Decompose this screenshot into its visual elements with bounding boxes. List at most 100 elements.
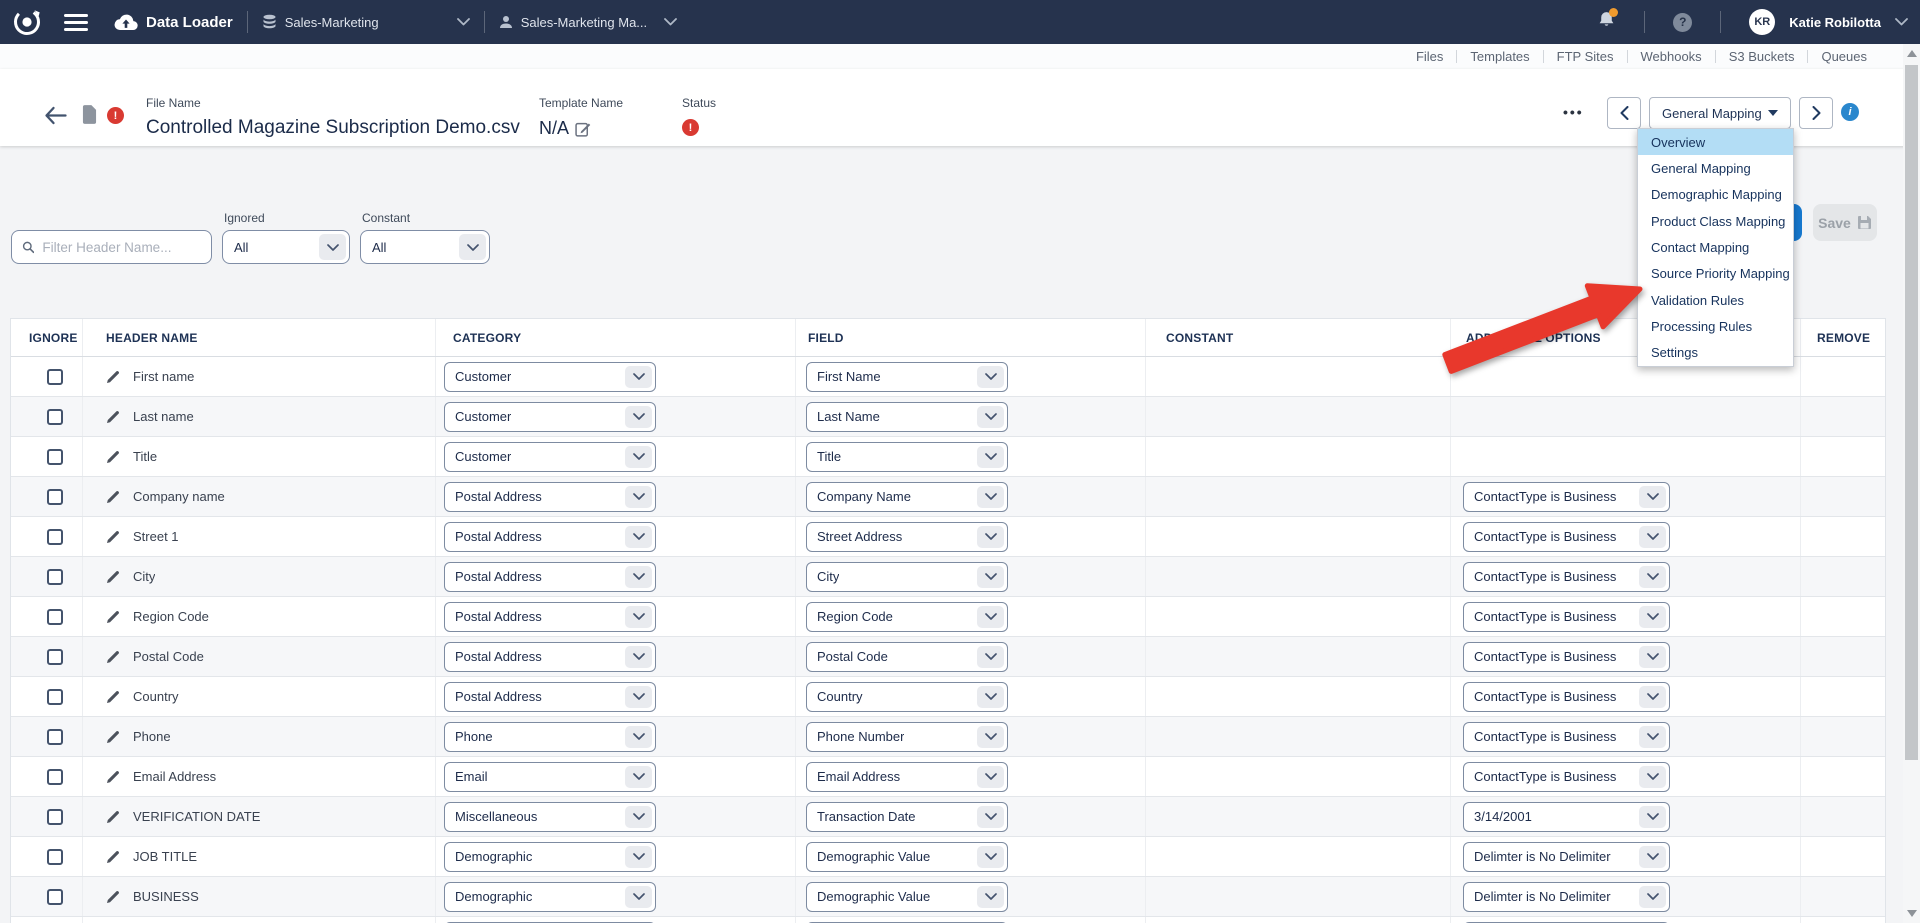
field-select[interactable]: Country (806, 682, 1008, 712)
category-select[interactable]: Postal Address (444, 642, 656, 672)
nav-link-webhooks[interactable]: Webhooks (1641, 49, 1702, 64)
ignore-checkbox[interactable] (47, 649, 63, 665)
additional-options-select[interactable]: 3/14/2001 (1463, 802, 1670, 832)
help-button[interactable]: ? (1673, 13, 1692, 32)
nav-link-templates[interactable]: Templates (1470, 49, 1529, 64)
constant-filter-select[interactable]: All (360, 230, 490, 264)
edit-pencil-icon[interactable] (106, 730, 120, 744)
notifications-button[interactable] (1597, 10, 1616, 34)
search-input[interactable] (42, 240, 201, 255)
field-select[interactable]: Last Name (806, 402, 1008, 432)
additional-options-select[interactable]: ContactType is Business (1463, 642, 1670, 672)
nav-link-s3-buckets[interactable]: S3 Buckets (1729, 49, 1795, 64)
more-actions-button[interactable]: ••• (1563, 104, 1584, 120)
field-select[interactable]: Street Address (806, 522, 1008, 552)
category-select[interactable]: Customer (444, 402, 656, 432)
ignore-checkbox[interactable] (47, 729, 63, 745)
field-select[interactable]: Email Address (806, 762, 1008, 792)
ignore-checkbox[interactable] (47, 449, 63, 465)
edit-pencil-icon[interactable] (106, 370, 120, 384)
edit-pencil-icon[interactable] (106, 650, 120, 664)
nav-link-ftp-sites[interactable]: FTP Sites (1557, 49, 1614, 64)
scrollbar-up-arrow[interactable] (1907, 50, 1917, 57)
category-select[interactable]: Phone (444, 722, 656, 752)
field-select[interactable]: City (806, 562, 1008, 592)
edit-pencil-icon[interactable] (106, 530, 120, 544)
edit-pencil-icon[interactable] (106, 450, 120, 464)
ignore-checkbox[interactable] (47, 609, 63, 625)
ignore-checkbox[interactable] (47, 529, 63, 545)
ignore-checkbox[interactable] (47, 369, 63, 385)
field-select[interactable]: Region Code (806, 602, 1008, 632)
menu-item-settings[interactable]: Settings (1638, 340, 1793, 366)
edit-pencil-icon[interactable] (106, 610, 120, 624)
ignore-checkbox[interactable] (47, 689, 63, 705)
field-select[interactable]: Company Name (806, 482, 1008, 512)
vertical-scrollbar[interactable] (1903, 44, 1920, 923)
menu-item-general-mapping[interactable]: General Mapping (1638, 155, 1793, 181)
field-select[interactable]: Title (806, 442, 1008, 472)
edit-icon[interactable] (575, 121, 591, 137)
menu-item-validation-rules[interactable]: Validation Rules (1638, 287, 1793, 313)
category-select[interactable]: Postal Address (444, 602, 656, 632)
ignore-checkbox[interactable] (47, 849, 63, 865)
field-select[interactable]: Transaction Date (806, 802, 1008, 832)
category-select[interactable]: Customer (444, 442, 656, 472)
edit-pencil-icon[interactable] (106, 770, 120, 784)
ignored-filter-select[interactable]: All (222, 230, 350, 264)
ignore-checkbox[interactable] (47, 409, 63, 425)
ignore-checkbox[interactable] (47, 569, 63, 585)
ignore-checkbox[interactable] (47, 889, 63, 905)
additional-options-select[interactable]: ContactType is Business (1463, 522, 1670, 552)
additional-options-select[interactable]: ContactType is Business (1463, 482, 1670, 512)
previous-section-button[interactable] (1607, 97, 1641, 129)
header-name-filter[interactable] (11, 230, 212, 264)
menu-item-source-priority-mapping[interactable]: Source Priority Mapping (1638, 261, 1793, 287)
menu-item-product-class-mapping[interactable]: Product Class Mapping (1638, 208, 1793, 234)
chevron-down-icon[interactable] (1895, 18, 1908, 26)
additional-options-select[interactable]: ContactType is Business (1463, 762, 1670, 792)
avatar[interactable]: KR (1749, 9, 1775, 35)
nav-link-queues[interactable]: Queues (1821, 49, 1867, 64)
edit-pencil-icon[interactable] (106, 690, 120, 704)
field-select[interactable]: First Name (806, 362, 1008, 392)
field-select[interactable]: Demographic Value (806, 842, 1008, 872)
edit-pencil-icon[interactable] (106, 570, 120, 584)
additional-options-select[interactable]: Delimter is No Delimiter (1463, 882, 1670, 912)
additional-options-select[interactable]: Delimter is No Delimiter (1463, 842, 1670, 872)
ignore-checkbox[interactable] (47, 489, 63, 505)
additional-options-select[interactable]: ContactType is Business (1463, 602, 1670, 632)
next-section-button[interactable] (1799, 97, 1833, 129)
category-select[interactable]: Postal Address (444, 562, 656, 592)
field-select[interactable]: Phone Number (806, 722, 1008, 752)
field-select[interactable]: Demographic Value (806, 882, 1008, 912)
menu-item-demographic-mapping[interactable]: Demographic Mapping (1638, 182, 1793, 208)
nav-link-files[interactable]: Files (1416, 49, 1443, 64)
menu-item-contact-mapping[interactable]: Contact Mapping (1638, 234, 1793, 260)
back-arrow-icon[interactable] (44, 106, 68, 125)
additional-options-select[interactable]: ContactType is Business (1463, 722, 1670, 752)
menu-item-overview[interactable]: Overview (1638, 129, 1793, 155)
category-select[interactable]: Customer (444, 362, 656, 392)
ignore-checkbox[interactable] (47, 809, 63, 825)
save-button[interactable]: Save (1813, 204, 1877, 241)
edit-pencil-icon[interactable] (106, 850, 120, 864)
breadcrumb-mapping[interactable]: Sales-Marketing Ma... (499, 15, 677, 30)
edit-pencil-icon[interactable] (106, 410, 120, 424)
field-select[interactable]: Postal Code (806, 642, 1008, 672)
hamburger-menu-icon[interactable] (64, 14, 88, 31)
category-select[interactable]: Demographic (444, 842, 656, 872)
category-select[interactable]: Postal Address (444, 522, 656, 552)
edit-pencil-icon[interactable] (106, 810, 120, 824)
category-select[interactable]: Postal Address (444, 682, 656, 712)
breadcrumb-database[interactable]: Sales-Marketing (262, 14, 470, 30)
additional-options-select[interactable]: ContactType is Business (1463, 562, 1670, 592)
category-select[interactable]: Demographic (444, 882, 656, 912)
category-select[interactable]: Email (444, 762, 656, 792)
section-dropdown-button[interactable]: General Mapping (1649, 97, 1791, 129)
info-icon[interactable]: i (1841, 103, 1859, 121)
edit-pencil-icon[interactable] (106, 490, 120, 504)
edit-pencil-icon[interactable] (106, 890, 120, 904)
menu-item-processing-rules[interactable]: Processing Rules (1638, 313, 1793, 339)
category-select[interactable]: Postal Address (444, 482, 656, 512)
